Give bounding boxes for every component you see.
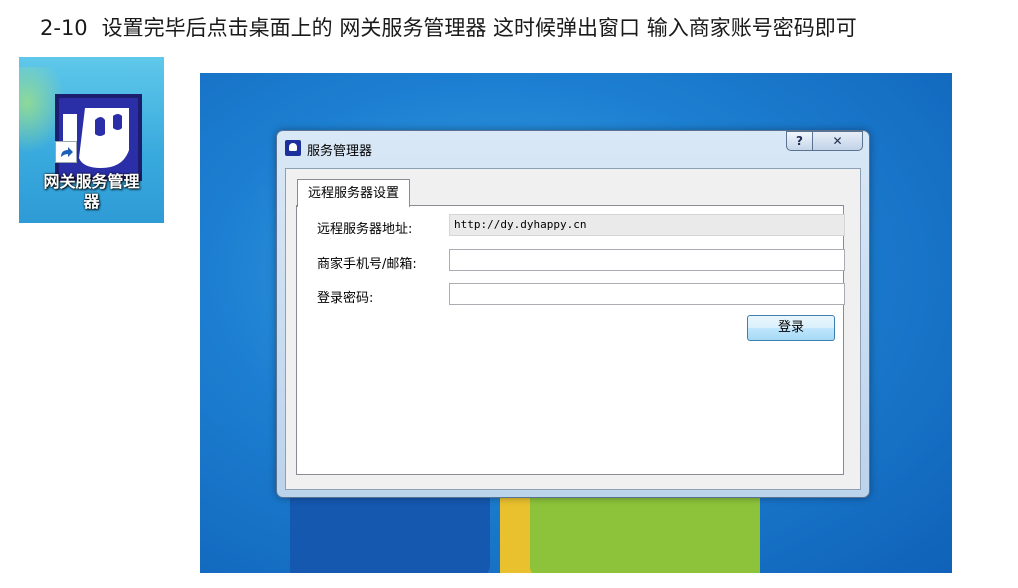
server-address-field[interactable]: http://dy.dyhappy.cn [449, 214, 845, 236]
shortcut-label-line2: 器 [83, 192, 100, 211]
service-manager-dialog: 服务管理器 ? ✕ 远程服务器设置 远程服务器地址: http://dy.dyh… [276, 130, 870, 498]
close-button[interactable]: ✕ [813, 131, 863, 151]
password-label: 登录密码: [317, 291, 374, 306]
login-button[interactable]: 登录 [747, 315, 835, 341]
gateway-app-icon [55, 94, 142, 181]
account-input[interactable] [449, 249, 845, 271]
tab-remote-server-settings[interactable]: 远程服务器设置 [297, 179, 411, 207]
window-title: 服务管理器 [307, 144, 373, 159]
step-instruction: 设置完毕后点击桌面上的 网关服务管理器 这时候弹出窗口 输入商家账号密码即可 [101, 16, 857, 40]
desktop-shortcut[interactable]: 网关服务管理 器 [19, 57, 164, 223]
password-input[interactable] [449, 283, 845, 305]
slide-caption: 2-10 设置完毕后点击桌面上的 网关服务管理器 这时候弹出窗口 输入商家账号密码… [40, 12, 857, 42]
account-label: 商家手机号/邮箱: [317, 257, 417, 272]
server-address-label: 远程服务器地址: [317, 222, 413, 237]
shortcut-label: 网关服务管理 器 [19, 172, 164, 212]
shortcut-label-line1: 网关服务管理 [43, 172, 140, 191]
help-button[interactable]: ? [786, 131, 813, 151]
app-icon [285, 140, 301, 156]
window-controls: ? ✕ [786, 131, 863, 152]
tab-panel: 远程服务器地址: http://dy.dyhappy.cn 商家手机号/邮箱: … [296, 205, 845, 475]
dialog-client-area: 远程服务器设置 远程服务器地址: http://dy.dyhappy.cn 商家… [285, 168, 861, 490]
step-number: 2-10 [40, 16, 88, 40]
title-bar[interactable]: 服务管理器 ? ✕ [277, 131, 869, 163]
shortcut-arrow-icon [55, 141, 77, 163]
